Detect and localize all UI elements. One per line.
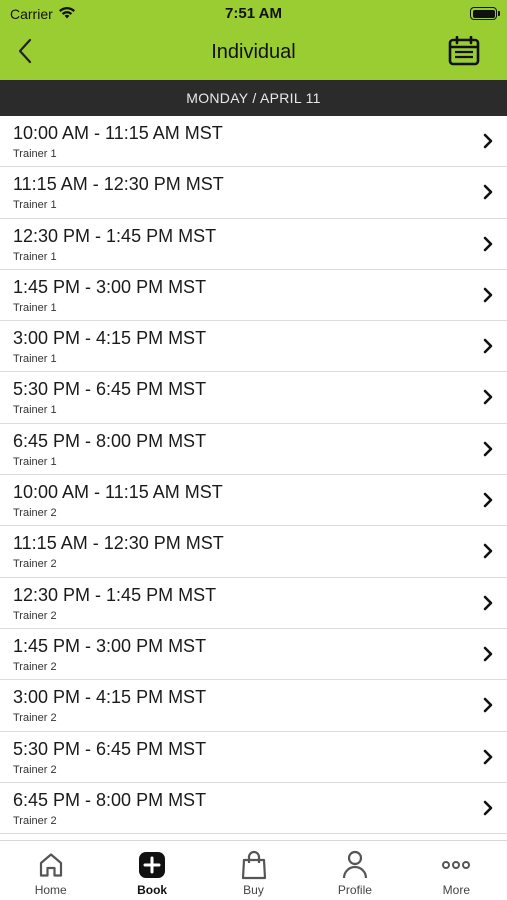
more-dots-icon [442,850,471,880]
list-item[interactable]: 10:00 AM - 11:15 AM MST Trainer 1 [0,116,507,168]
list-item[interactable]: 3:00 PM - 4:15 PM MST Trainer 2 [0,680,507,732]
slot-time: 10:00 AM - 11:15 AM MST [13,123,223,143]
list-item[interactable]: 12:30 PM - 1:45 PM MST Trainer 2 [0,578,507,629]
tab-label: Profile [337,883,372,897]
slot-trainer: Trainer 2 [13,609,57,622]
slot-time: 6:45 PM - 8:00 PM MST [13,430,207,451]
tab-bar: Home Book Buy Profile More [0,840,507,900]
chevron-right-icon [481,287,495,303]
slot-trainer: Trainer 2 [13,660,57,673]
slot-time: 6:45 PM - 8:00 PM MST [13,789,207,810]
tab-profile[interactable]: Profile [304,841,405,900]
calendar-icon [448,35,480,71]
plus-square-icon [138,850,166,880]
list-item[interactable]: 12:30 PM - 1:45 PM MST Trainer 1 [0,219,507,270]
tab-label: More [442,883,470,897]
list-item[interactable]: 11:15 AM - 12:30 PM MST Trainer 2 [0,526,507,578]
slot-time: 12:30 PM - 1:45 PM MST [13,584,217,605]
slot-trainer: Trainer 1 [13,353,57,366]
list-item[interactable]: 10:00 AM - 11:15 AM MST Trainer 2 [0,475,507,527]
slot-time: 11:15 AM - 12:30 PM MST [13,174,224,195]
tab-label: Home [34,883,67,897]
slot-trainer: Trainer 1 [13,250,57,263]
calendar-button[interactable] [447,35,481,71]
slot-time: 5:30 PM - 6:45 PM MST [13,738,207,759]
person-icon [341,850,369,880]
slot-trainer: Trainer 2 [13,712,57,725]
chevron-right-icon [481,338,495,354]
chevron-right-icon [481,595,495,611]
date-header: MONDAY / APRIL 11 [0,80,507,116]
list-item[interactable]: 3:00 PM - 4:15 PM MST Trainer 1 [0,321,507,373]
slot-time: 12:30 PM - 1:45 PM MST [13,225,217,246]
chevron-right-icon [481,389,495,405]
slot-time: 10:00 AM - 11:15 AM MST [13,482,223,503]
slot-time: 11:15 AM - 12:30 PM MST [13,533,224,554]
tab-label: Book [137,883,168,897]
chevron-right-icon [481,646,495,662]
slot-trainer: Trainer 1 [13,455,57,468]
slot-time: 5:30 PM - 6:45 PM MST [13,379,207,400]
slot-trainer: Trainer 1 [13,404,57,417]
list-item[interactable]: 6:45 PM - 8:00 PM MST Trainer 1 [0,424,507,476]
navigation-bar: Individual [0,28,507,80]
chevron-right-icon [481,543,495,559]
list-item[interactable]: 1:45 PM - 3:00 PM MST Trainer 2 [0,629,507,681]
slot-list: 10:00 AM - 11:15 AM MST Trainer 1 11:15 AM… [0,116,507,836]
tab-buy[interactable]: Buy [203,841,304,900]
chevron-right-icon [481,133,495,149]
slot-trainer: Trainer 2 [13,507,57,520]
tab-label: Buy [243,883,264,897]
tab-book[interactable]: Book [101,841,202,900]
list-item[interactable]: 11:15 AM - 12:30 PM MST Trainer 1 [0,167,507,219]
chevron-right-icon [481,441,495,457]
list-item[interactable]: 6:45 PM - 8:00 PM MST Trainer 2 [0,783,507,835]
tab-more[interactable]: More [406,841,507,900]
chevron-right-icon [481,800,495,816]
slot-trainer: Trainer 1 [13,301,57,314]
chevron-right-icon [481,749,495,765]
list-item[interactable]: 5:30 PM - 6:45 PM MST Trainer 2 [0,732,507,783]
slot-trainer: Trainer 1 [13,148,57,160]
chevron-right-icon [481,184,495,200]
status-bar: Carrier 7:51 AM [0,0,507,28]
shopping-bag-icon [240,850,268,880]
list-item[interactable]: 5:30 PM - 6:45 PM MST Trainer 1 [0,372,507,424]
page-title: Individual [211,41,296,63]
slot-trainer: Trainer 2 [13,814,57,827]
chevron-right-icon [481,236,495,252]
slot-trainer: Trainer 2 [13,558,57,571]
slot-time: 1:45 PM - 3:00 PM MST [13,635,207,656]
list-item[interactable]: 1:45 PM - 3:00 PM MST Trainer 1 [0,270,507,322]
battery-level [472,9,495,18]
slot-time: 1:45 PM - 3:00 PM MST [13,276,207,297]
chevron-right-icon [481,492,495,508]
header-bar: Carrier 7:51 AM Individual [0,0,507,80]
slot-trainer: Trainer 1 [13,199,57,212]
slot-time: 3:00 PM - 4:15 PM MST [13,687,207,708]
slot-time: 3:00 PM - 4:15 PM MST [13,328,207,349]
battery-icon [470,7,500,20]
status-time: 7:51 AM [225,5,282,22]
home-icon [37,850,65,880]
slot-trainer: Trainer 2 [13,763,57,776]
tab-home[interactable]: Home [0,841,101,900]
chevron-right-icon [481,697,495,713]
